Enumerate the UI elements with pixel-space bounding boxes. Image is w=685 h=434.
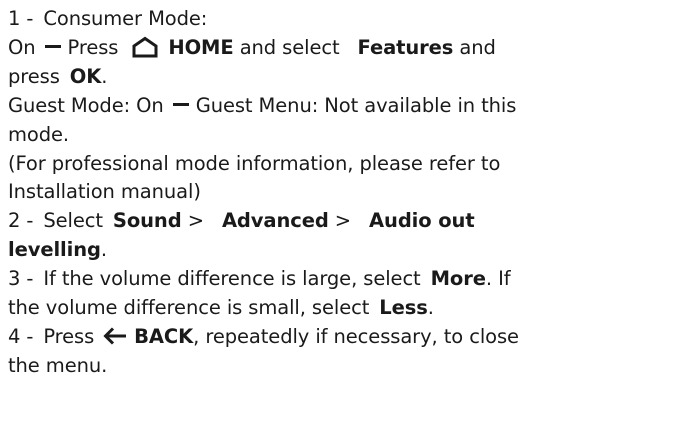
audio-out-menu-label: Audio out bbox=[369, 209, 475, 233]
more-option-label: More bbox=[430, 267, 486, 291]
volume-large-text: If the volume difference is large, selec… bbox=[43, 267, 421, 291]
and-select-text: and select bbox=[239, 35, 340, 59]
professional-note: (For professional mode information, plea… bbox=[8, 151, 501, 175]
dash-icon bbox=[44, 44, 61, 48]
period: . bbox=[485, 267, 492, 291]
step-3-line-cont: the volume difference is small, select Le… bbox=[8, 294, 685, 323]
press-text: press bbox=[8, 64, 60, 88]
step-2-line-cont: levelling. bbox=[8, 236, 685, 265]
step-3-line: 3 - If the volume difference is large, se… bbox=[8, 265, 685, 294]
guest-menu-text: Guest Menu: Not available in this bbox=[195, 93, 517, 117]
features-menu-label: Features bbox=[357, 35, 454, 59]
back-key-label: BACK bbox=[134, 324, 194, 348]
on-text: On bbox=[8, 35, 36, 59]
press-text: Press bbox=[67, 35, 119, 59]
professional-mode-line: (For professional mode information, plea… bbox=[8, 150, 685, 179]
installation-manual-note: Installation manual) bbox=[8, 180, 201, 204]
ok-key-label: OK bbox=[69, 64, 102, 88]
dash-icon bbox=[172, 102, 189, 106]
period: . bbox=[427, 296, 434, 320]
step-1-press-ok-line: press OK. bbox=[8, 63, 685, 92]
and-text: and bbox=[459, 35, 496, 59]
home-key-label: HOME bbox=[168, 35, 234, 59]
step-number: 2 - bbox=[8, 209, 34, 233]
step-number: 1 - bbox=[8, 7, 34, 30]
consumer-mode-heading: Consumer Mode: bbox=[43, 7, 208, 30]
mode-text: mode. bbox=[8, 122, 69, 146]
step-number: 3 - bbox=[8, 267, 34, 291]
step-4-line-cont: the menu. bbox=[8, 352, 685, 381]
step-4-line: 4 - Press BACK, repeatedly if necessary, t… bbox=[8, 323, 685, 352]
press-text: Press bbox=[43, 324, 95, 348]
period: . bbox=[101, 64, 108, 88]
levelling-menu-label: levelling bbox=[8, 238, 101, 262]
back-arrow-icon bbox=[102, 325, 128, 347]
guest-mode-line-cont: mode. bbox=[8, 121, 685, 150]
step-number: 4 - bbox=[8, 324, 34, 348]
volume-small-text: the volume difference is small, select bbox=[8, 296, 370, 320]
the-menu-text: the menu. bbox=[8, 353, 108, 377]
repeatedly-text: , repeatedly if necessary, to close bbox=[193, 324, 519, 348]
home-icon bbox=[130, 36, 160, 58]
select-text: Select bbox=[43, 209, 103, 233]
step-2-line: 2 - Select Sound > Advanced > Audio out bbox=[8, 207, 685, 236]
arrow-separator: > bbox=[334, 209, 352, 233]
less-option-label: Less bbox=[379, 296, 428, 320]
advanced-menu-label: Advanced bbox=[221, 209, 329, 233]
guest-mode-text: Guest Mode: On bbox=[8, 93, 164, 117]
document-body: 1 - Consumer Mode: On Press HOME and select… bbox=[0, 0, 685, 434]
period: . bbox=[100, 238, 107, 262]
sound-menu-label: Sound bbox=[112, 209, 182, 233]
arrow-separator: > bbox=[187, 209, 204, 233]
step-1-line: 1 - Consumer Mode: bbox=[8, 5, 685, 34]
guest-mode-line: Guest Mode: On Guest Menu: Not available … bbox=[8, 92, 685, 121]
if-text: If bbox=[498, 267, 511, 291]
professional-mode-line-cont: Installation manual) bbox=[8, 178, 685, 207]
step-1-press-home-line: On Press HOME and select Features and bbox=[8, 34, 685, 63]
